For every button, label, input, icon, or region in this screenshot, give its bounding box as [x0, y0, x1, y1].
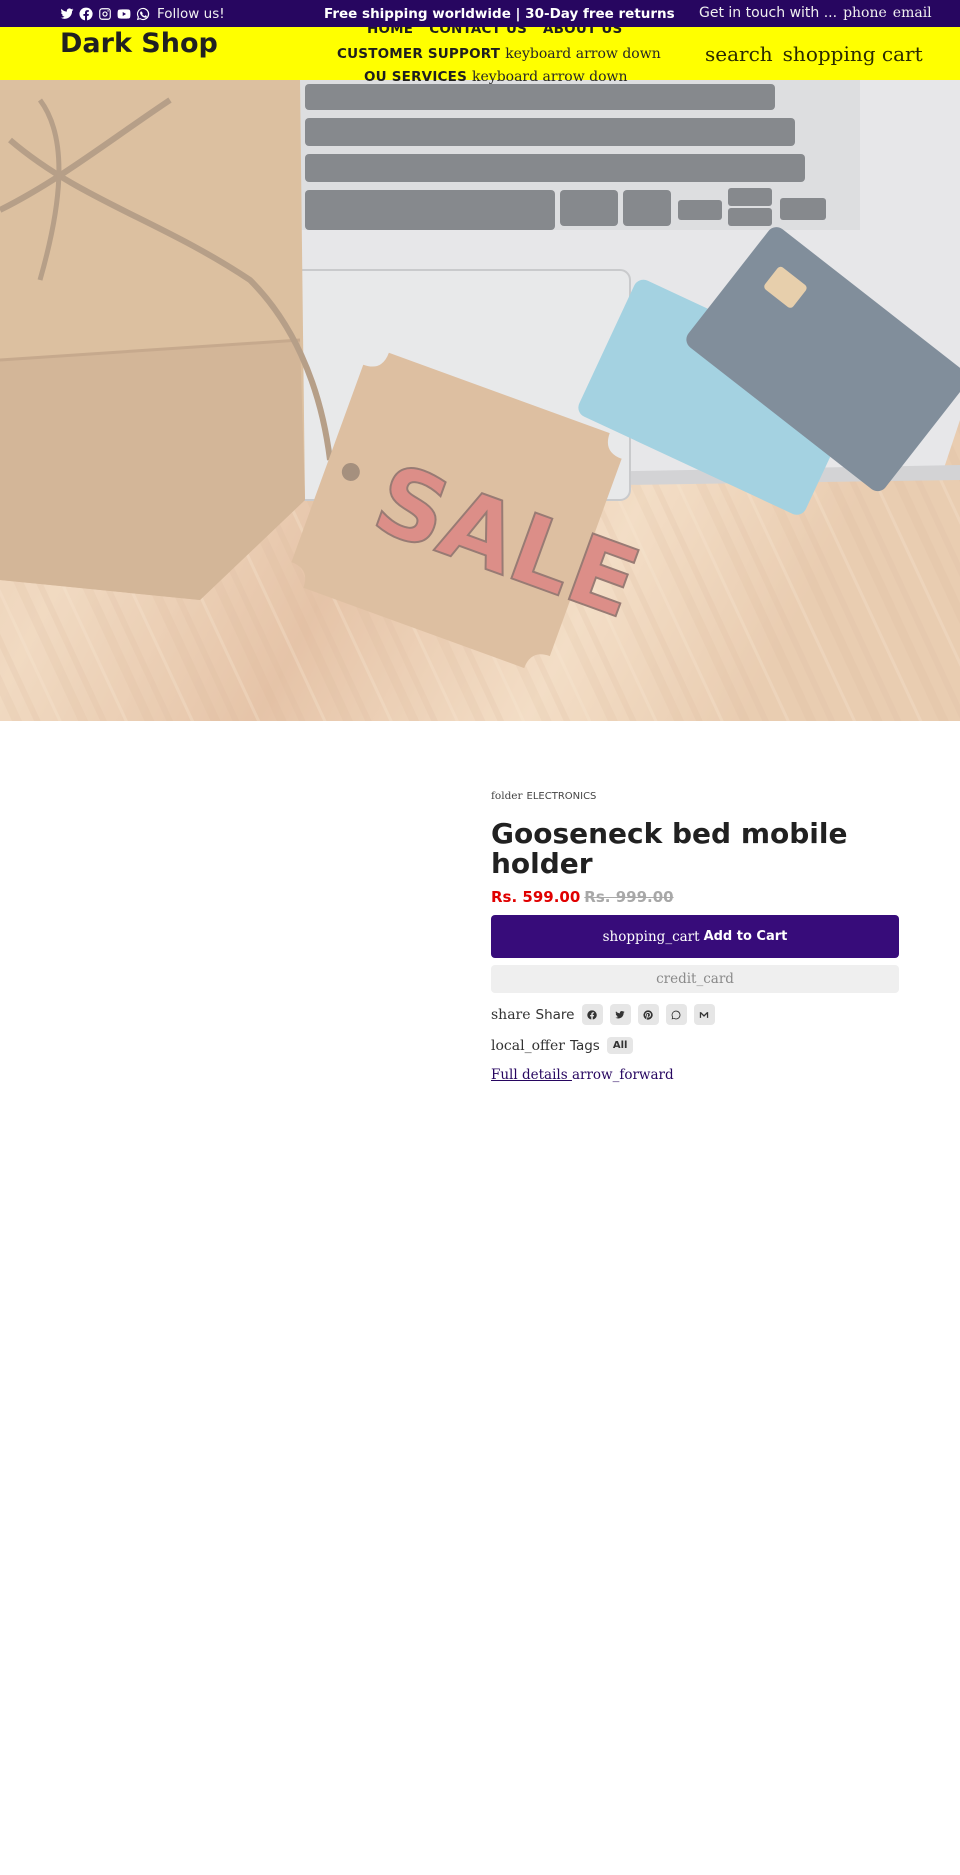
chevron-down-icon-text: keyboard [472, 69, 539, 85]
brand-logo[interactable]: Dark Shop [60, 28, 218, 59]
share-twitter-button[interactable] [609, 1004, 631, 1025]
pinterest-icon [643, 1009, 653, 1020]
full-details-label: Full details [491, 1067, 572, 1083]
compare-price: Rs. 999.00 [584, 888, 674, 906]
phone-icon[interactable]: phone [843, 5, 887, 21]
email-icon[interactable]: email [893, 5, 932, 21]
youtube-icon[interactable] [117, 7, 131, 21]
product-gallery [60, 775, 460, 1175]
shopping-cart-icon: shopping_cart [602, 928, 700, 945]
add-to-cart-label: Add to Cart [703, 929, 788, 944]
hero-overlay [0, 80, 960, 721]
whatsapp-icon [671, 1010, 681, 1019]
announcement-bar: Follow us! Free shipping worldwide | 30-… [0, 0, 960, 27]
search-icon[interactable]: search [705, 42, 773, 66]
chevron-down-icon-text: down [589, 69, 628, 85]
twitter-icon [615, 1010, 625, 1018]
tags-label: Tags [569, 1037, 600, 1054]
share-label: Share [535, 1006, 575, 1023]
share-pinterest-button[interactable] [637, 1004, 659, 1025]
chevron-down-icon-text: arrow [542, 69, 585, 85]
buy-now-button[interactable]: credit_card [491, 965, 899, 993]
arrow-forward-icon: arrow_forward [571, 1067, 674, 1083]
sale-price: Rs. 599.00 [491, 888, 581, 906]
cart-icon[interactable]: shopping cart [783, 42, 923, 66]
nav-item-services[interactable]: OU SERVICES keyboard arrow down [364, 69, 628, 85]
contact-info: Get in touch with ... phone email [699, 5, 932, 21]
chevron-down-icon: keyboard arrow down [472, 69, 628, 85]
email-icon [699, 1011, 709, 1018]
share-whatsapp-button[interactable] [665, 1004, 687, 1025]
nav-item-customer-support-label: CUSTOMER SUPPORT [337, 46, 501, 62]
local-offer-icon: local_offer [491, 1037, 565, 1054]
share-facebook-button[interactable] [581, 1004, 603, 1025]
hero-banner: SALE [0, 80, 960, 721]
tags-row: local_offer Tags All [491, 1037, 899, 1054]
social-links: Follow us! [60, 6, 225, 22]
product-info: folder ELECTRONICS Gooseneck bed mobile … [491, 790, 899, 1083]
follow-us-label: Follow us! [157, 6, 225, 22]
credit-card-icon: credit_card [656, 971, 734, 987]
chevron-down-icon-text: down [622, 46, 661, 62]
chevron-down-icon-text: keyboard [505, 46, 572, 62]
nav-item-services-label: OU SERVICES [364, 69, 468, 85]
facebook-icon[interactable] [79, 7, 93, 21]
folder-icon: folder [491, 790, 523, 802]
share-row: share Share [491, 1004, 899, 1025]
twitter-icon[interactable] [60, 7, 74, 21]
facebook-icon [587, 1009, 597, 1020]
chevron-down-icon-text: arrow [575, 46, 618, 62]
product-price: Rs. 599.00 Rs. 999.00 [491, 888, 899, 906]
category-label: ELECTRONICS [526, 791, 597, 802]
product-category[interactable]: folder ELECTRONICS [491, 790, 899, 802]
chevron-down-icon: keyboard arrow down [505, 46, 661, 62]
tag-chip[interactable]: All [606, 1037, 634, 1054]
share-icon: share [491, 1006, 531, 1023]
share-email-button[interactable] [693, 1004, 715, 1025]
contact-label: Get in touch with ... [699, 5, 838, 21]
cart-icon-text: cart [881, 42, 923, 66]
header-actions: search shopping cart [705, 42, 923, 66]
instagram-icon[interactable] [98, 7, 112, 21]
add-to-cart-button[interactable]: shopping_cart Add to Cart [491, 915, 899, 958]
nav-item-customer-support[interactable]: CUSTOMER SUPPORT keyboard arrow down [337, 46, 661, 62]
cart-icon-text: shopping [782, 42, 876, 66]
product-title: Gooseneck bed mobile holder [491, 817, 848, 880]
whatsapp-icon[interactable] [136, 7, 150, 21]
announcement-text: Free shipping worldwide | 30-Day free re… [324, 6, 675, 22]
full-details-link[interactable]: Full details arrow_forward [491, 1067, 674, 1083]
